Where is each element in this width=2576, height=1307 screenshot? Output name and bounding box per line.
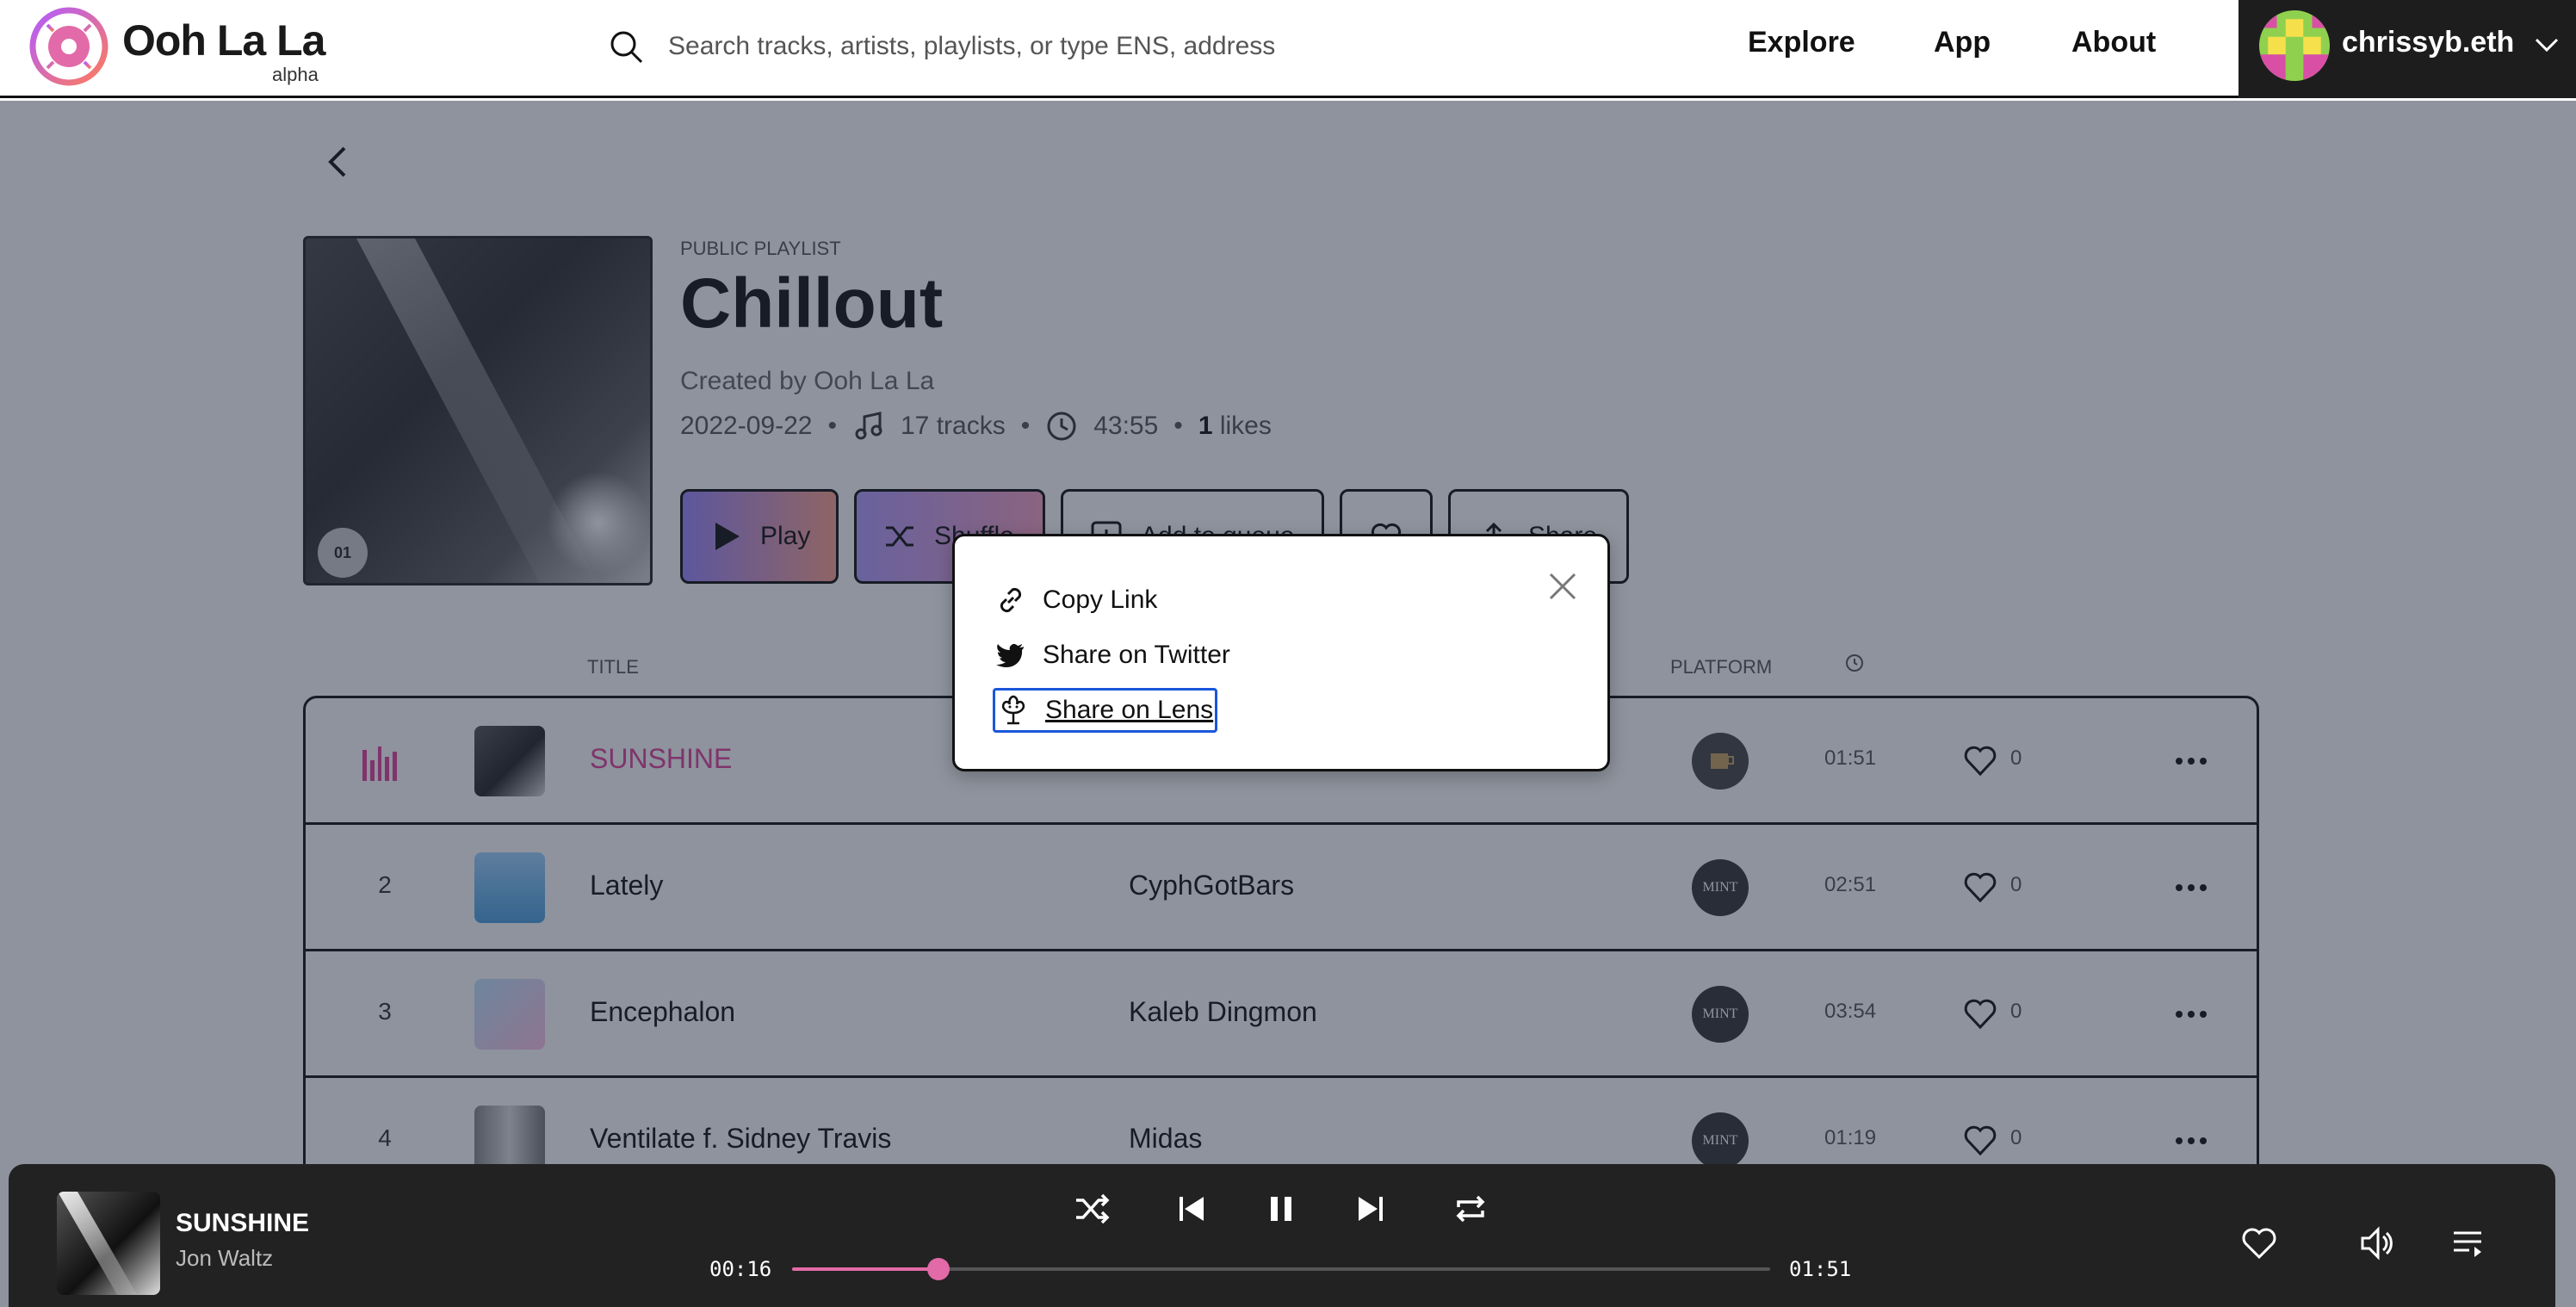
previous-track-icon[interactable] [1173,1190,1211,1228]
brand-tag: alpha [272,64,319,85]
pause-icon[interactable] [1262,1190,1300,1228]
progress-handle[interactable] [927,1258,951,1280]
heart-icon[interactable] [2240,1224,2278,1262]
link-icon [1000,587,1022,613]
share-lens-option[interactable]: Share on Lens [993,688,1218,733]
brand-name[interactable]: Ooh La La [122,15,325,65]
copy-link-label: Copy Link [1043,585,1158,614]
share-lens-label: Share on Lens [1045,696,1214,724]
player-bar: SUNSHINE Jon Waltz 00:16 01:51 [9,1164,2555,1307]
avatar [2259,10,2330,81]
share-modal: Copy Link Share on Twitter Share on Lens [952,534,1610,771]
ooh-la-la-logo-icon[interactable] [29,7,108,86]
user-menu[interactable]: chrissyb.eth [2239,0,2576,98]
share-twitter-option[interactable]: Share on Twitter [994,633,1230,678]
search-input[interactable] [668,32,1443,61]
search-bar[interactable] [608,21,1469,72]
nav-about[interactable]: About [2071,26,2156,59]
user-name[interactable]: chrissyb.eth [2342,26,2514,59]
copy-link-option[interactable]: Copy Link [994,578,1157,623]
shuffle-icon[interactable] [1073,1190,1111,1228]
close-icon[interactable] [1547,571,1578,602]
progress-fill [792,1267,939,1271]
search-icon [610,31,643,64]
progress-bar[interactable] [792,1258,1770,1280]
total-time: 01:51 [1789,1257,1852,1281]
repeat-icon[interactable] [1452,1190,1489,1228]
share-twitter-label: Share on Twitter [1043,641,1230,669]
queue-list-icon[interactable] [2449,1224,2486,1262]
chevron-down-icon[interactable] [2531,29,2562,60]
now-playing-artist[interactable]: Jon Waltz [176,1245,273,1272]
elapsed-time: 00:16 [709,1257,772,1281]
now-playing-title[interactable]: SUNSHINE [176,1209,309,1238]
top-header: Ooh La La alpha Explore App About chriss… [0,0,2576,98]
nav-explore[interactable]: Explore [1748,26,1855,59]
volume-icon[interactable] [2357,1224,2395,1262]
twitter-icon [996,643,1024,667]
next-track-icon[interactable] [1352,1190,1390,1228]
now-playing-artwork[interactable] [57,1192,160,1295]
lens-icon [1001,695,1025,725]
nav-app[interactable]: App [1934,26,1991,59]
